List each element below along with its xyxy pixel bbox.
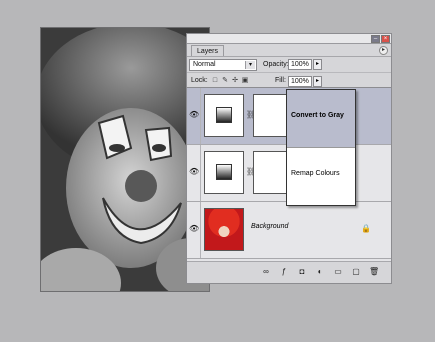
lock-image-icon[interactable]: ✎: [221, 77, 229, 85]
clown-photo: [41, 28, 209, 291]
adjustment-icon: [216, 164, 232, 180]
fx-icon[interactable]: ƒ: [279, 267, 289, 277]
minimize-icon[interactable]: –: [371, 35, 380, 43]
document-canvas[interactable]: [40, 27, 210, 292]
adjustment-icon: [216, 107, 232, 123]
fill-stepper[interactable]: ▸: [313, 76, 322, 87]
opacity-stepper[interactable]: ▸: [313, 59, 322, 70]
callout-label-remap-colours: Remap Colours: [291, 170, 340, 177]
fill-input[interactable]: 100%: [288, 76, 312, 87]
mask-callout: [286, 89, 356, 206]
adjustment-icon[interactable]: ◐: [315, 267, 325, 277]
link-layers-icon[interactable]: ∞: [261, 267, 271, 277]
lock-icon: 🔒: [361, 224, 371, 233]
layer-name[interactable]: Background: [251, 223, 288, 230]
lock-label: Lock:: [191, 77, 208, 84]
panel-titlebar[interactable]: – ×: [187, 34, 391, 44]
background-thumbnail[interactable]: [204, 208, 244, 251]
lock-position-icon[interactable]: ✢: [231, 77, 239, 85]
eye-icon[interactable]: 👁: [189, 110, 199, 120]
group-icon[interactable]: ▭: [333, 267, 343, 277]
chevron-down-icon: ▾: [245, 61, 255, 69]
layers-bottom-bar: ∞ ƒ ◘ ◐ ▭ ▢ 🗑: [187, 261, 391, 283]
panel-menu-icon[interactable]: ▸: [379, 46, 388, 55]
callout-label-convert-to-gray: Convert to Gray: [291, 112, 344, 119]
lock-transparency-icon[interactable]: □: [211, 77, 219, 85]
blend-mode-select[interactable]: Normal ▾: [189, 59, 257, 71]
adjustment-thumbnail[interactable]: [204, 94, 244, 137]
eye-icon[interactable]: 👁: [189, 224, 199, 234]
eye-icon[interactable]: 👁: [189, 167, 199, 177]
layer-row-background[interactable]: 👁 Background 🔒: [187, 202, 391, 259]
opacity-input[interactable]: 100%: [288, 59, 312, 70]
close-icon[interactable]: ×: [381, 35, 390, 43]
new-layer-icon[interactable]: ▢: [351, 267, 361, 277]
adjustment-thumbnail[interactable]: [204, 151, 244, 194]
lock-all-icon[interactable]: ▣: [241, 77, 249, 85]
trash-icon[interactable]: 🗑: [369, 267, 379, 277]
blend-mode-value: Normal: [193, 61, 216, 68]
fill-label: Fill:: [275, 77, 286, 84]
opacity-label: Opacity:: [263, 61, 289, 68]
mask-icon[interactable]: ◘: [297, 267, 307, 277]
